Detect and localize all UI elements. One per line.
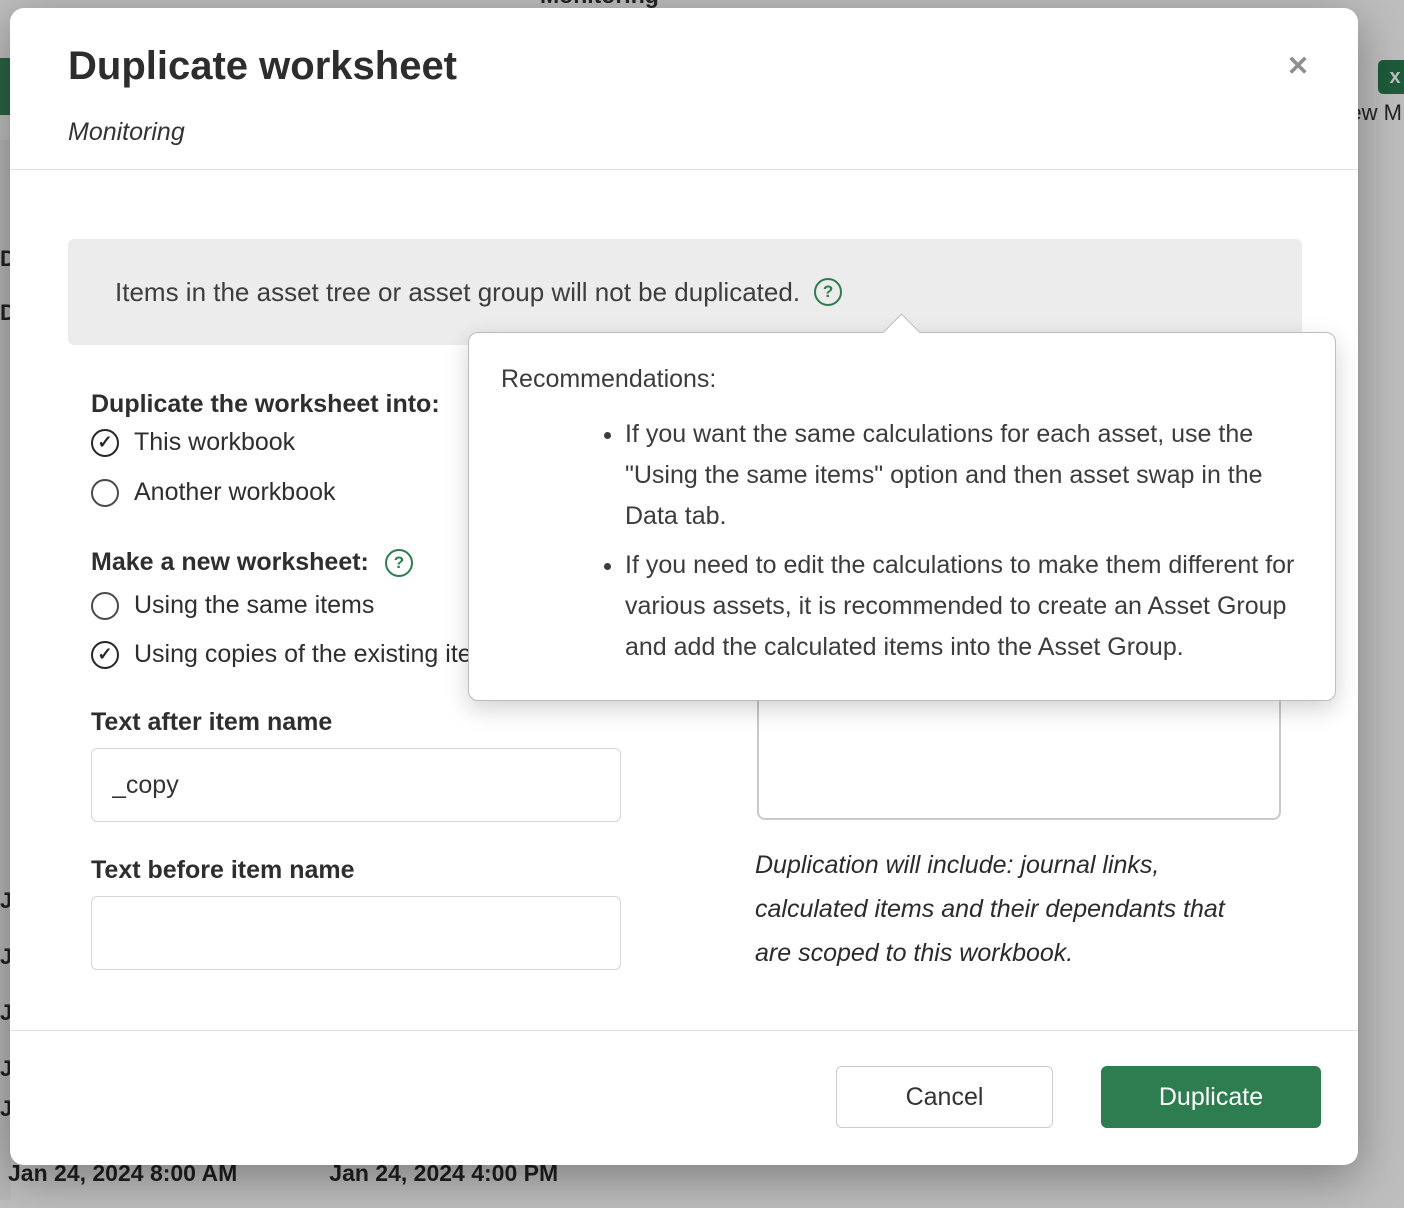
- close-icon[interactable]: ✕: [1276, 44, 1320, 88]
- radio-checked-icon: [91, 429, 119, 457]
- radio-unchecked-icon: [91, 479, 119, 507]
- tooltip-title: Recommendations:: [501, 359, 1305, 400]
- radio-same-items[interactable]: Using the same items: [91, 591, 374, 620]
- text-before-input[interactable]: [91, 896, 621, 970]
- info-banner-text: Items in the asset tree or asset group w…: [115, 277, 800, 308]
- text-after-input[interactable]: [91, 748, 621, 822]
- new-worksheet-label-row: Make a new worksheet: ?: [91, 548, 413, 577]
- destination-label: Duplicate the worksheet into:: [91, 390, 440, 419]
- radio-checked-icon: [91, 641, 119, 669]
- duplicate-worksheet-modal: Duplicate worksheet Monitoring ✕ Items i…: [10, 8, 1358, 1165]
- new-worksheet-label: Make a new worksheet:: [91, 548, 369, 577]
- modal-subtitle: Monitoring: [68, 118, 185, 147]
- banner-help-icon[interactable]: ?: [814, 278, 842, 306]
- radio-label: Another workbook: [134, 478, 336, 507]
- info-banner: Items in the asset tree or asset group w…: [68, 239, 1302, 345]
- modal-title: Duplicate worksheet: [68, 44, 457, 89]
- radio-another-workbook[interactable]: Another workbook: [91, 478, 336, 507]
- radio-this-workbook[interactable]: This workbook: [91, 428, 295, 457]
- cancel-button[interactable]: Cancel: [836, 1066, 1053, 1128]
- header-divider: [10, 169, 1358, 170]
- recommendations-tooltip: Recommendations: If you want the same ca…: [468, 332, 1336, 701]
- text-before-label: Text before item name: [91, 856, 355, 885]
- tooltip-bullet: If you need to edit the calculations to …: [625, 545, 1305, 668]
- text-after-label: Text after item name: [91, 708, 332, 737]
- radio-label: Using the same items: [134, 591, 374, 620]
- worksheet-help-icon[interactable]: ?: [385, 549, 413, 577]
- footer-divider: [10, 1030, 1358, 1031]
- duplicate-button[interactable]: Duplicate: [1101, 1066, 1321, 1128]
- tooltip-bullet: If you want the same calculations for ea…: [625, 414, 1305, 537]
- radio-copies-of-items[interactable]: Using copies of the existing items: [91, 640, 505, 669]
- duplication-note: Duplication will include: journal links,…: [755, 843, 1255, 975]
- radio-unchecked-icon: [91, 592, 119, 620]
- radio-label: This workbook: [134, 428, 295, 457]
- tooltip-bullet-list: If you want the same calculations for ea…: [501, 414, 1305, 668]
- radio-label: Using copies of the existing items: [134, 640, 505, 669]
